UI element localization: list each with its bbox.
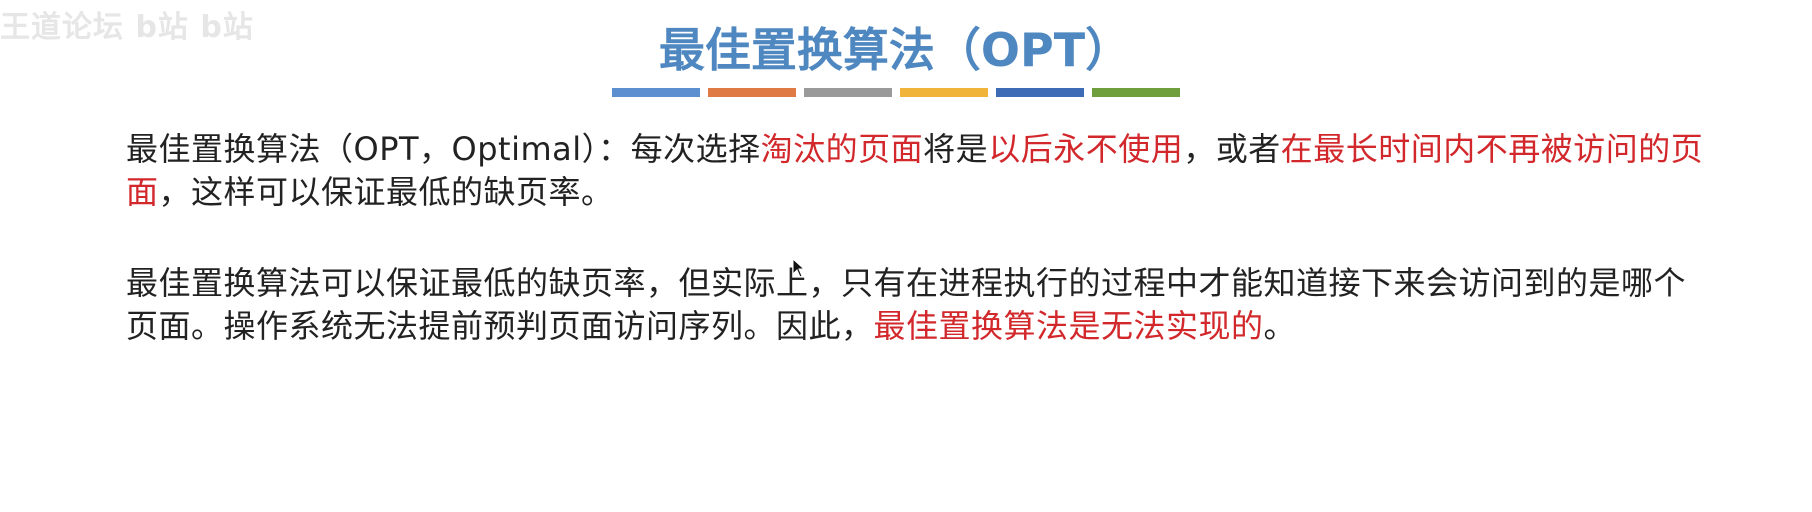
title-bar-segment [612,88,700,97]
highlight-never-used: 以后永不使用 [988,130,1184,168]
definition-text-3: ，或者 [1183,130,1281,168]
slide-title: 最佳置换算法（OPT） [658,23,1132,77]
title-bar-segment [804,88,892,97]
definition-text-1: 最佳置换算法（OPT，Optimal）：每次选择 [126,130,761,168]
paragraph-definition: 最佳置换算法（OPT，Optimal）：每次选择淘汰的页面将是以后永不使用，或者… [126,128,1718,214]
paragraph-limitation: 最佳置换算法可以保证最低的缺页率，但实际上，只有在进程执行的过程中才能知道接下来… [126,262,1718,348]
highlight-eliminated-page: 淘汰的页面 [760,130,924,168]
mouse-cursor-icon [792,258,806,278]
limitation-text-2: 。 [1263,307,1297,345]
title-bar-segment [708,88,796,97]
title-bar-segment [1092,88,1180,97]
definition-text-2: 将是 [923,130,989,168]
title-bar-segment [996,88,1084,97]
highlight-not-implementable: 最佳置换算法是无法实现的 [873,307,1264,345]
title-bar-segment [900,88,988,97]
title-underline-bar [612,88,1180,97]
definition-text-4: ，这样可以保证最低的缺页率。 [158,173,614,211]
